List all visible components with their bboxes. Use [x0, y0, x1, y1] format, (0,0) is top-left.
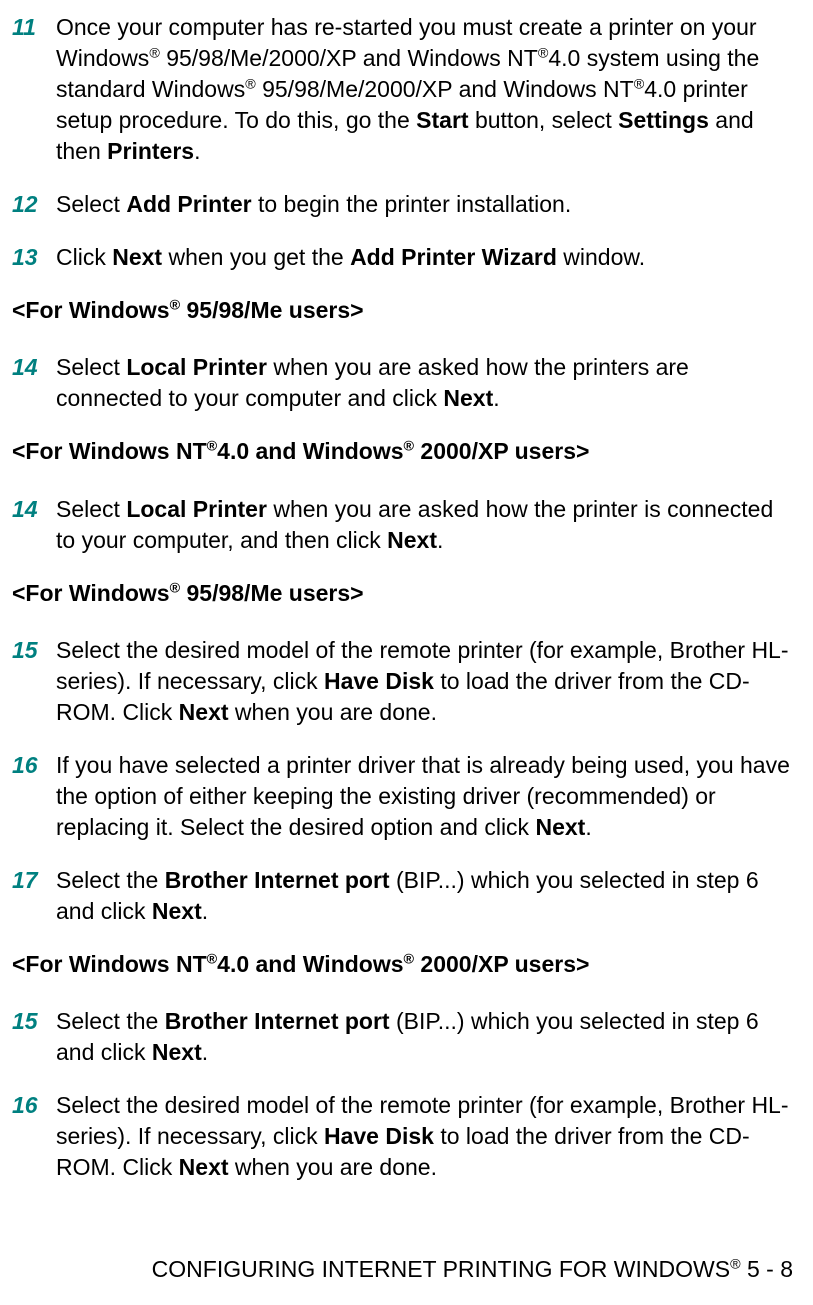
- step-number: 15: [12, 635, 56, 728]
- step-item: 13Click Next when you get the Add Printe…: [12, 242, 793, 273]
- steps-group-a: 11Once your computer has re-started you …: [12, 12, 793, 273]
- steps-group-c: 14Select Local Printer when you are aske…: [12, 494, 793, 556]
- step-text: If you have selected a printer driver th…: [56, 750, 793, 843]
- step-number: 15: [12, 1006, 56, 1068]
- step-item: 14Select Local Printer when you are aske…: [12, 494, 793, 556]
- step-item: 11Once your computer has re-started you …: [12, 12, 793, 167]
- section-heading-d: <For Windows® 95/98/Me users>: [12, 578, 793, 609]
- step-number: 13: [12, 242, 56, 273]
- document-body: 11Once your computer has re-started you …: [12, 12, 793, 1183]
- step-number: 12: [12, 189, 56, 220]
- step-item: 15Select the Brother Internet port (BIP.…: [12, 1006, 793, 1068]
- step-text: Select the Brother Internet port (BIP...…: [56, 865, 793, 927]
- step-item: 16If you have selected a printer driver …: [12, 750, 793, 843]
- step-text: Select the desired model of the remote p…: [56, 1090, 793, 1183]
- step-number: 16: [12, 750, 56, 843]
- step-item: 17Select the Brother Internet port (BIP.…: [12, 865, 793, 927]
- step-text: Select the desired model of the remote p…: [56, 635, 793, 728]
- step-text: Click Next when you get the Add Printer …: [56, 242, 793, 273]
- step-item: 12Select Add Printer to begin the printe…: [12, 189, 793, 220]
- step-number: 11: [12, 12, 56, 167]
- section-heading-b: <For Windows® 95/98/Me users>: [12, 295, 793, 326]
- section-heading-c: <For Windows NT®4.0 and Windows® 2000/XP…: [12, 436, 793, 467]
- step-item: 16Select the desired model of the remote…: [12, 1090, 793, 1183]
- step-number: 14: [12, 352, 56, 414]
- steps-group-e: 15Select the Brother Internet port (BIP.…: [12, 1006, 793, 1183]
- step-number: 16: [12, 1090, 56, 1183]
- steps-group-b: 14Select Local Printer when you are aske…: [12, 352, 793, 414]
- section-heading-e: <For Windows NT®4.0 and Windows® 2000/XP…: [12, 949, 793, 980]
- step-text: Select Local Printer when you are asked …: [56, 494, 793, 556]
- step-text: Select Add Printer to begin the printer …: [56, 189, 793, 220]
- step-text: Once your computer has re-started you mu…: [56, 12, 793, 167]
- steps-group-d: 15Select the desired model of the remote…: [12, 635, 793, 927]
- page-footer: CONFIGURING INTERNET PRINTING FOR WINDOW…: [152, 1256, 793, 1283]
- step-item: 15Select the desired model of the remote…: [12, 635, 793, 728]
- step-number: 14: [12, 494, 56, 556]
- step-number: 17: [12, 865, 56, 927]
- step-text: Select the Brother Internet port (BIP...…: [56, 1006, 793, 1068]
- step-item: 14Select Local Printer when you are aske…: [12, 352, 793, 414]
- step-text: Select Local Printer when you are asked …: [56, 352, 793, 414]
